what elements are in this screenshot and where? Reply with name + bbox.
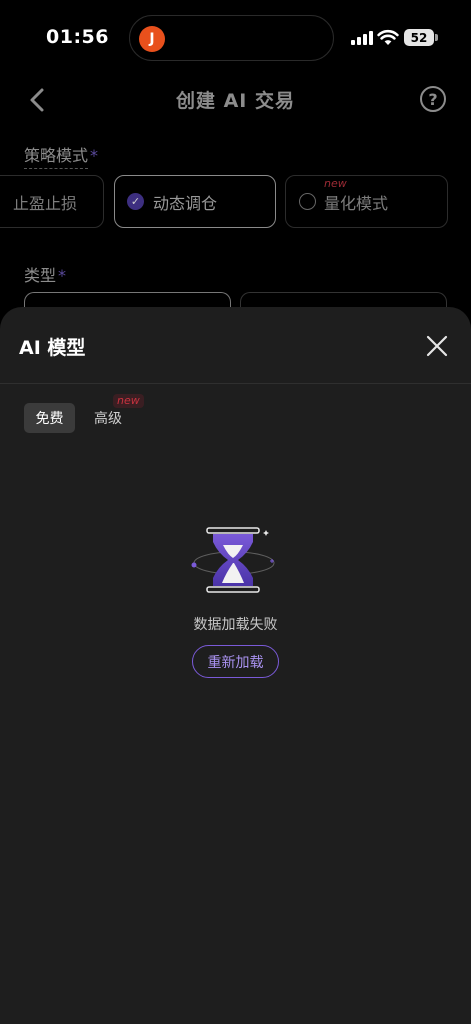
wifi-icon (377, 29, 399, 45)
page-header: 创建 AI 交易 ? (0, 76, 471, 124)
strategy-option-quant[interactable]: 量化模式 (285, 175, 448, 228)
dynamic-island: J (129, 15, 334, 61)
signal-icon (351, 31, 373, 45)
strategy-mode-label: 策略模式 * (24, 142, 99, 169)
strategy-option-dynamic[interactable]: ✓ 动态调仓 (114, 175, 276, 228)
app-logo-icon: J (139, 26, 165, 52)
new-badge: new (113, 394, 144, 408)
strategy-option-label: 动态调仓 (153, 193, 218, 213)
strategy-option-take-profit[interactable]: 止盈止损 (0, 175, 104, 228)
type-label: 类型 * (24, 262, 66, 286)
strategy-option-label: 止盈止损 (12, 193, 77, 213)
empty-state-message: 数据加载失败 (193, 617, 278, 633)
ai-model-sheet: AI 模型 免费 高级 new 数据加载失败 重新加载 (0, 307, 471, 1024)
status-time: 01:56 (46, 26, 109, 48)
required-mark: * (90, 146, 99, 165)
strategy-mode-label-text: 策略模式 (24, 146, 89, 169)
check-icon: ✓ (127, 193, 144, 210)
reload-button[interactable]: 重新加载 (192, 645, 279, 678)
sheet-divider (0, 383, 471, 384)
tab-free[interactable]: 免费 (24, 403, 75, 433)
sheet-title: AI 模型 (19, 337, 86, 359)
required-mark: * (58, 266, 67, 285)
close-icon[interactable] (424, 333, 450, 359)
new-badge: new (324, 177, 347, 190)
type-label-text: 类型 (24, 266, 57, 285)
strategy-option-label: 量化模式 (324, 193, 389, 213)
status-bar: 01:56 J 52 (0, 0, 471, 76)
page-title: 创建 AI 交易 (175, 90, 295, 112)
help-icon[interactable]: ? (420, 86, 446, 112)
hourglass-icon (191, 527, 275, 593)
battery-icon: 52 (404, 29, 438, 46)
radio-icon (299, 193, 316, 210)
